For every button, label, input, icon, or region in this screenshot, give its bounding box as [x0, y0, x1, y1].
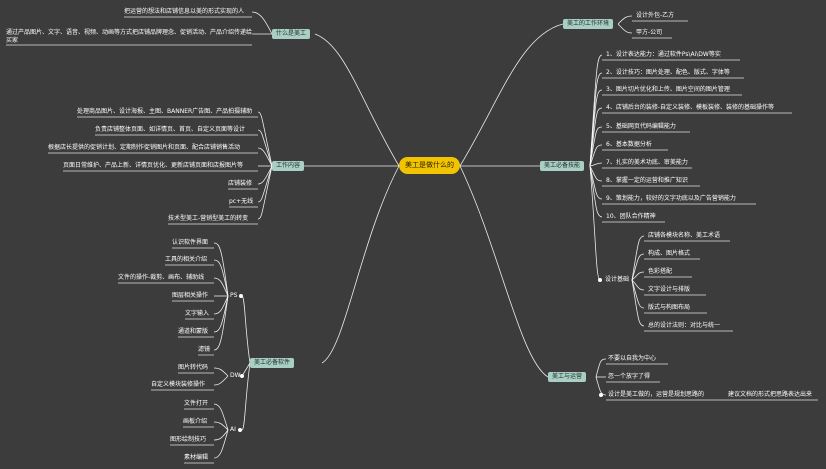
software-ai-label[interactable]: AI — [230, 426, 236, 434]
skill-item-8: 8、掌握一定的运营和推广知识 — [606, 177, 688, 184]
operations-extra-note: 建议文档的形式把思路表达出来 — [728, 391, 813, 398]
skill-item-5: 5、基础网页代码编辑能力 — [606, 123, 676, 130]
work-content-item-1: 处理商品图片、设计海报、主图、BANNER广告图、产品拍摄辅助 — [77, 108, 253, 115]
what-is-item-2: 通过产品图片、文字、语音、视频、动画等方式把店铺品牌理念、促销活动、产品介绍传递… — [6, 29, 253, 44]
skill-item-9: 9、策划能力，较好的文字功底以及广告营销能力 — [606, 195, 736, 202]
ps-item-7: 滤镜 — [198, 346, 211, 353]
ai-item-1: 文件打开 — [184, 400, 209, 407]
branch-artist-and-operations[interactable]: 美工与运营 — [548, 372, 587, 382]
branch-work-environment[interactable]: 美工的工作环境 — [563, 19, 614, 29]
operations-collapse-dot[interactable] — [599, 393, 603, 397]
work-content-item-4: 页面日常维护、产品上新、详情页优化、更新店铺页面和店报图片等 — [63, 162, 244, 169]
work-content-item-7: 技术型美工-营销型美工的转变 — [168, 215, 249, 222]
work-content-item-5: 店铺装修 — [228, 180, 253, 187]
branch-required-skills[interactable]: 美工必备技能 — [540, 161, 585, 171]
design-basics-label[interactable]: 设计基础 — [605, 276, 629, 284]
skill-item-2: 2、设计技巧：图片处理、配色、版式、字体等 — [606, 69, 730, 76]
ps-collapse-dot[interactable] — [239, 294, 243, 298]
ps-item-2: 工具的相关介绍 — [165, 256, 208, 263]
dw-collapse-dot[interactable] — [240, 374, 244, 378]
ai-item-3: 图形绘制技巧 — [170, 436, 207, 443]
ps-item-3: 文件的操作-裁剪、画布、辅助线 — [118, 274, 205, 281]
skill-item-10: 10、团队合作精神 — [606, 213, 656, 220]
software-dw-label[interactable]: DW — [230, 372, 241, 380]
operations-item-1: 不要以自我为中心 — [608, 355, 657, 362]
basics-item-1: 店铺各模块名称、美工术语 — [648, 232, 721, 239]
what-is-item-1: 把运营的想法和店铺信息以美的形式实现的人 — [124, 8, 245, 15]
skill-item-6: 6、基本数据分析 — [606, 141, 652, 148]
branch-what-is-artist[interactable]: 什么是美工 — [272, 29, 311, 39]
skill-item-1: 1、设计表达能力：通过软件Ps\Ai\DW等实 — [606, 51, 721, 58]
ps-item-5: 文字输入 — [185, 310, 210, 317]
basics-item-6: 总的设计法则：对比与统一 — [648, 322, 721, 329]
central-topic[interactable]: 美工是做什么的 — [399, 157, 460, 174]
dw-item-2: 自定义模块装修操作 — [151, 381, 206, 388]
ps-item-6: 通道和蒙版 — [178, 328, 209, 335]
branch-work-content[interactable]: 工作内容 — [272, 161, 305, 171]
operations-item-2: 忽一个放字了得 — [608, 373, 651, 380]
ai-item-2: 画板介绍 — [183, 418, 208, 425]
skill-item-7: 7、扎实的美术功底、审美能力 — [606, 159, 688, 166]
basics-item-2: 构成、图片格式 — [648, 250, 691, 257]
work-content-item-2: 负责店铺整体页面、如详情页、首页、自定义页面等设计 — [95, 126, 246, 133]
skill-item-3: 3、图片切片优化和上传、图片空间的图片管理 — [606, 86, 730, 93]
work-content-item-6: pc+无线 — [229, 198, 254, 205]
ps-item-1: 认识软件界面 — [172, 239, 209, 246]
operations-item-3: 设计是美工做的，运营是规划思路的 — [608, 391, 705, 398]
basics-item-5: 版式与构图布局 — [648, 304, 691, 311]
software-ps-label[interactable]: PS — [230, 292, 237, 300]
ps-item-4: 图层相关操作 — [172, 292, 209, 299]
branch-required-software[interactable]: 美工必备软件 — [250, 358, 295, 368]
environment-item-2: 甲方-公司 — [636, 29, 663, 36]
ai-collapse-dot[interactable] — [238, 428, 242, 432]
dw-item-1: 图片转代码 — [178, 364, 209, 371]
ai-item-4: 素材编辑 — [184, 454, 209, 461]
design-basics-collapse-dot[interactable] — [598, 278, 602, 282]
environment-item-1: 设计外包-乙方 — [636, 12, 675, 19]
work-content-item-3: 根据店长提供的促销计划、定期制作促销图片和页面、配合店铺销售活动 — [48, 144, 241, 151]
basics-item-4: 文字设计与排版 — [648, 286, 691, 293]
basics-item-3: 色彩搭配 — [648, 268, 673, 275]
skill-item-4: 4、店铺后台的装修-自定义装修、模板装修、装修的基础操作等 — [606, 104, 774, 111]
